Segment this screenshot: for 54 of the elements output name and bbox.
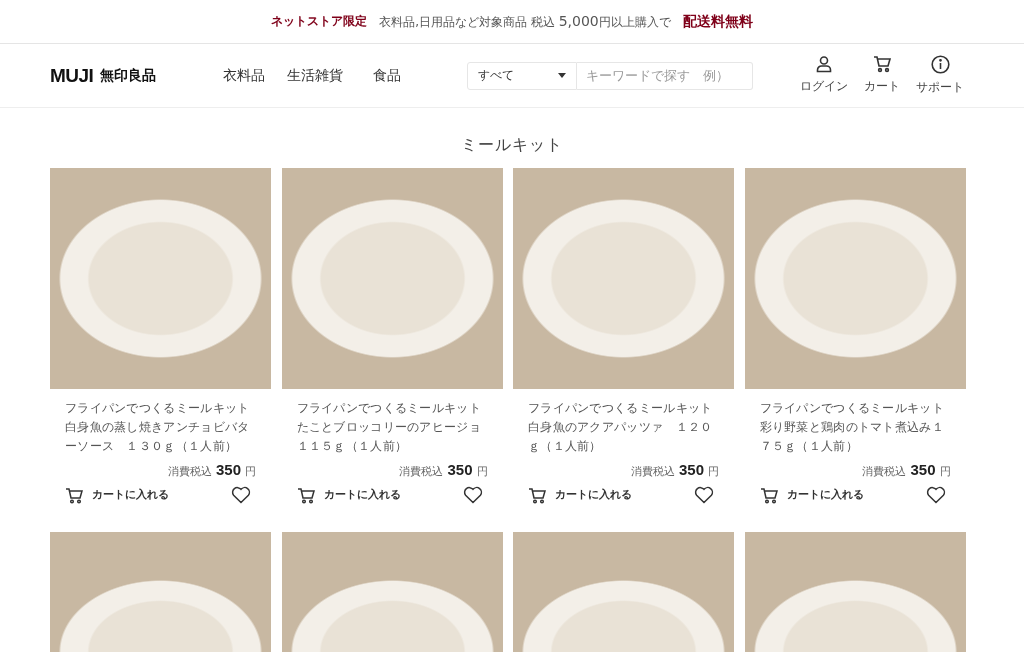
header-action[interactable]: カート bbox=[853, 55, 911, 96]
search-field[interactable]: キーワードで探す 例） bbox=[577, 61, 753, 90]
add-to-cart-button[interactable]: カートに入れる bbox=[759, 486, 864, 504]
person-icon bbox=[815, 55, 833, 73]
price: 350 bbox=[447, 461, 473, 478]
promo-message: 衣料品,日用品など対象商品 税込 5,000円以上購入で bbox=[379, 12, 671, 31]
price-label: 消費税込 bbox=[167, 465, 212, 479]
cart-icon bbox=[296, 486, 316, 504]
page-title: ミールキット bbox=[460, 135, 564, 156]
photo-placeholder[interactable] bbox=[513, 168, 734, 389]
price: 350 bbox=[215, 461, 241, 478]
caret-icon bbox=[558, 73, 566, 78]
nav-link[interactable]: 食品 bbox=[373, 66, 401, 85]
add-to-cart-button[interactable]: カートに入れる bbox=[528, 486, 632, 504]
cart-icon bbox=[65, 486, 84, 504]
heart-icon[interactable] bbox=[231, 486, 251, 504]
nav-link[interactable]: 衣料品 bbox=[223, 66, 265, 85]
product-name[interactable]: フライパンでつくるミールキット白身魚の蒸し焼きアンチョビバターソース １３０ｇ（１人前） bbox=[65, 399, 256, 456]
product-name[interactable]: フライパンでつくるミールキット彩り野菜と鶏肉のトマト煮込み１７５ｇ（１人前） bbox=[759, 399, 951, 456]
price-label: 消費税込 bbox=[399, 465, 444, 479]
logo[interactable]: MUJI bbox=[50, 64, 94, 87]
heart-icon[interactable] bbox=[694, 486, 714, 504]
price: 350 bbox=[678, 461, 704, 478]
cart-icon bbox=[759, 486, 779, 504]
cart-icon bbox=[872, 55, 892, 73]
currency: 円 bbox=[939, 465, 951, 479]
nav-link[interactable]: 生活雑貨 bbox=[287, 66, 343, 85]
header-action[interactable]: ログイン bbox=[795, 55, 853, 96]
info-icon bbox=[930, 55, 950, 74]
price-label: 消費税込 bbox=[630, 465, 675, 479]
product-name[interactable]: フライパンでつくるミールキット白身魚のアクアパッツァ １２０ｇ（１人前） bbox=[528, 399, 719, 456]
header-action[interactable]: サポート bbox=[911, 55, 969, 96]
heart-icon[interactable] bbox=[462, 486, 483, 504]
cart-icon bbox=[528, 486, 547, 504]
currency: 円 bbox=[245, 465, 256, 479]
add-to-cart-button[interactable]: カートに入れる bbox=[296, 486, 401, 504]
promo-highlight: 配送料無料 bbox=[682, 12, 753, 31]
product-name[interactable]: フライパンでつくるミールキットたことブロッコリーのアヒージョ１１５ｇ（１人前） bbox=[296, 399, 488, 456]
price: 350 bbox=[910, 461, 936, 478]
photo-placeholder[interactable] bbox=[513, 532, 734, 652]
photo-placeholder[interactable] bbox=[281, 532, 503, 652]
photo-placeholder[interactable] bbox=[50, 168, 271, 389]
promo-tag: ネットストア限定 bbox=[271, 13, 368, 30]
category-dropdown[interactable]: すべて bbox=[467, 61, 577, 90]
add-to-cart-button[interactable]: カートに入れる bbox=[65, 486, 169, 504]
currency: 円 bbox=[708, 465, 719, 479]
currency: 円 bbox=[476, 465, 488, 479]
price-label: 消費税込 bbox=[862, 465, 907, 479]
heart-icon[interactable] bbox=[925, 486, 946, 504]
photo-placeholder[interactable] bbox=[744, 532, 966, 652]
logo-text[interactable]: 無印良品 bbox=[100, 66, 157, 85]
photo-placeholder[interactable] bbox=[50, 532, 271, 652]
photo-placeholder[interactable] bbox=[744, 168, 966, 389]
photo-placeholder[interactable] bbox=[281, 168, 503, 389]
